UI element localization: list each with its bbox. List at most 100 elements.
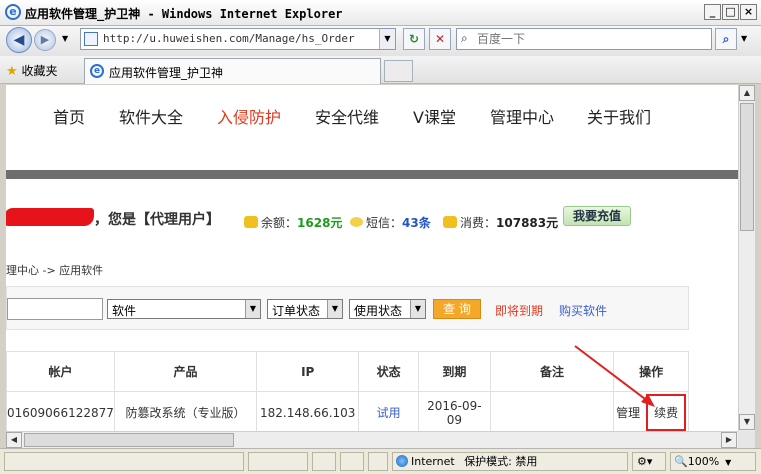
- nav-item-home[interactable]: 首页: [53, 104, 85, 128]
- address-dropdown-icon[interactable]: ▼: [379, 29, 395, 49]
- user-info-bar: ，您是【代理用户】 余额：1628元 短信：43条 消费：107883元 我要充…: [6, 204, 738, 232]
- chevron-down-icon: ▼: [327, 300, 342, 318]
- forward-button[interactable]: ▶: [34, 29, 56, 51]
- tab-active[interactable]: e 应用软件管理_护卫神: [84, 58, 381, 84]
- nav-item-intrusion-protection[interactable]: 入侵防护: [217, 104, 281, 128]
- new-tab-button[interactable]: [384, 60, 413, 82]
- sms-value: 43条: [402, 216, 431, 230]
- site-main-nav: 首页 软件大全 入侵防护 安全代维 V课堂 管理中心 关于我们: [6, 85, 738, 155]
- zone-indicator[interactable]: Internet 保护模式: 禁用: [392, 452, 628, 471]
- stop-button[interactable]: ✕: [429, 28, 451, 50]
- internet-globe-icon: [396, 455, 408, 467]
- gold-ingot-icon: [443, 216, 457, 228]
- address-bar[interactable]: http://u.huweishen.com/Manage/hs_Order.a…: [80, 28, 396, 50]
- favorites-bar: ★ 收藏夹 e 应用软件管理_护卫神: [0, 56, 761, 84]
- redacted-username: [6, 208, 94, 226]
- status-pane-3: [340, 452, 364, 471]
- buy-software-link[interactable]: 购买软件: [559, 302, 607, 319]
- scroll-corner: [738, 431, 755, 448]
- cell-ip: 182.148.66.103: [256, 391, 360, 431]
- cell-status-trial[interactable]: 试用: [358, 391, 419, 431]
- window-title: 应用软件管理_护卫神 - Windows Internet Explorer: [25, 7, 343, 21]
- chevron-down-icon: ▼: [245, 300, 260, 318]
- expiring-soon-link[interactable]: 即将到期: [495, 302, 543, 319]
- scroll-left-arrow-icon[interactable]: ◀: [6, 432, 22, 448]
- address-toolbar: ◀ ▶ ▼ http://u.huweishen.com/Manage/hs_O…: [0, 26, 761, 56]
- ie-logo-icon: e: [5, 4, 21, 20]
- page-viewport: 首页 软件大全 入侵防护 安全代维 V课堂 管理中心 关于我们 ，您是【代理用户…: [6, 85, 738, 431]
- spend-value: 107883元: [496, 216, 559, 230]
- close-button[interactable]: ×: [740, 4, 757, 20]
- col-header-product: 产品: [113, 351, 258, 392]
- protected-mode-status: 保护模式: 禁用: [464, 455, 538, 468]
- back-button[interactable]: ◀: [6, 27, 32, 53]
- col-header-account: 帐户: [6, 351, 115, 392]
- minimize-button[interactable]: _: [704, 4, 721, 20]
- refresh-button[interactable]: ↻: [403, 28, 425, 50]
- nav-item-security-maintenance[interactable]: 安全代维: [315, 104, 379, 128]
- order-status-select[interactable]: 订单状态 ▼: [267, 299, 343, 319]
- nav-item-management-center[interactable]: 管理中心: [490, 104, 554, 128]
- zoom-dropdown-icon[interactable]: ▼: [719, 458, 731, 467]
- user-role-greeting: ，您是【代理用户】: [94, 212, 220, 228]
- recent-pages-dropdown-icon[interactable]: ▼: [62, 34, 68, 43]
- col-header-expiry: 到期: [417, 351, 491, 392]
- scroll-right-arrow-icon[interactable]: ▶: [721, 432, 737, 448]
- account-search-input[interactable]: [7, 298, 103, 320]
- nav-item-v-classroom[interactable]: V课堂: [413, 104, 456, 128]
- status-bar: Internet 保护模式: 禁用 ⚙▾ 🔍100% ▼: [0, 448, 761, 474]
- search-engine-icon: ⌕: [461, 31, 468, 45]
- favorites-button[interactable]: ★ 收藏夹: [6, 62, 58, 79]
- chevron-down-icon: ▼: [410, 300, 425, 318]
- search-options-icon[interactable]: ▼: [741, 34, 747, 43]
- security-settings-button[interactable]: ⚙▾: [632, 452, 666, 471]
- filter-bar: 软件 ▼ 订单状态 ▼ 使用状态 ▼ 查 询 即将到期 购买软件: [6, 286, 689, 330]
- zoom-icon: 🔍: [674, 455, 688, 468]
- page-icon: [84, 32, 98, 46]
- nav-item-software[interactable]: 软件大全: [119, 104, 183, 128]
- annotation-arrow: [574, 345, 655, 407]
- vertical-scrollbar[interactable]: ▲ ▼: [738, 85, 755, 431]
- software-select[interactable]: 软件 ▼: [107, 299, 261, 319]
- search-button[interactable]: ⌕: [715, 28, 737, 50]
- tab-title: 应用软件管理_护卫神: [109, 66, 224, 80]
- settings-icon: ⚙▾: [637, 455, 653, 468]
- balance-value: 1628元: [297, 216, 343, 230]
- sms-stat: 短信：43条: [350, 214, 431, 231]
- zoom-level: 100%: [687, 455, 720, 468]
- favorites-label: 收藏夹: [21, 64, 58, 78]
- search-input[interactable]: [477, 31, 707, 47]
- tab-ie-icon: e: [90, 64, 104, 78]
- horizontal-scrollbar[interactable]: ◀ ▶: [6, 431, 738, 448]
- favorites-star-icon: ★: [6, 64, 18, 79]
- zoom-control[interactable]: 🔍100% ▼: [670, 452, 756, 471]
- coins-icon: [244, 216, 258, 228]
- recharge-button[interactable]: 我要充值: [563, 206, 631, 226]
- status-message: [4, 452, 244, 471]
- horizontal-scroll-thumb[interactable]: [24, 433, 234, 447]
- search-box[interactable]: ⌕: [456, 28, 712, 50]
- chat-bubble-icon: [350, 217, 363, 227]
- spend-stat: 消费：107883元: [443, 214, 558, 231]
- scroll-up-arrow-icon[interactable]: ▲: [739, 85, 755, 101]
- col-header-ip: IP: [256, 351, 360, 392]
- status-pane-2: [312, 452, 336, 471]
- address-url[interactable]: http://u.huweishen.com/Manage/hs_Order.a…: [103, 32, 357, 45]
- query-button[interactable]: 查 询: [433, 299, 481, 319]
- cell-product: 防篡改系统（专业版）: [113, 391, 258, 431]
- cell-expiry: 2016-09-09: [417, 391, 491, 431]
- breadcrumb: 理中心 -> 应用软件: [6, 264, 104, 277]
- window-frame-right: [755, 85, 761, 448]
- title-bar: e 应用软件管理_护卫神 - Windows Internet Explorer…: [0, 0, 761, 26]
- status-pane-4: [368, 452, 388, 471]
- divider-bar: [6, 170, 738, 179]
- vertical-scroll-thumb[interactable]: [740, 103, 754, 231]
- use-status-select[interactable]: 使用状态 ▼: [349, 299, 426, 319]
- maximize-button[interactable]: □: [722, 4, 739, 20]
- col-header-status: 状态: [358, 351, 419, 392]
- balance-stat: 余额：1628元: [244, 214, 342, 231]
- status-pane-1: [248, 452, 308, 471]
- scroll-down-arrow-icon[interactable]: ▼: [739, 414, 755, 430]
- nav-item-about-us[interactable]: 关于我们: [587, 104, 651, 128]
- cell-account: 01609066122877: [6, 391, 115, 431]
